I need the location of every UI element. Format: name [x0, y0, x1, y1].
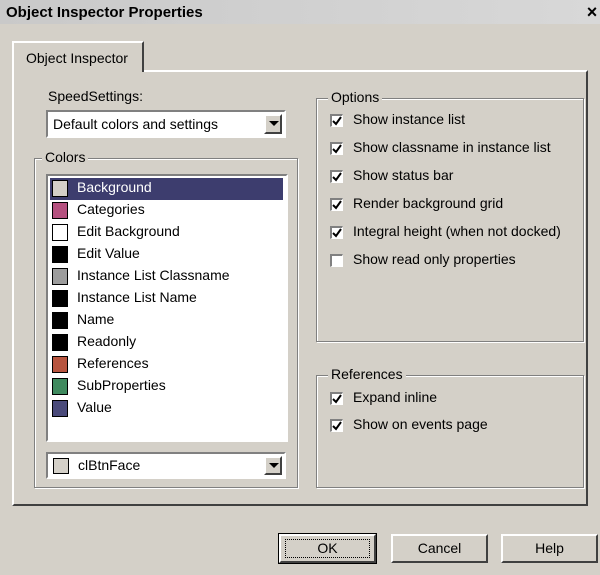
- color-list-item[interactable]: Edit Value: [50, 244, 283, 266]
- tab-object-inspector[interactable]: Object Inspector: [12, 41, 144, 72]
- options-checkbox-label[interactable]: Show status bar: [353, 167, 453, 183]
- colors-legend: Colors: [42, 149, 89, 165]
- color-item-label: SubProperties: [77, 377, 166, 393]
- color-list-item[interactable]: Categories: [50, 200, 283, 222]
- color-swatch: [52, 246, 68, 263]
- options-checkbox[interactable]: [330, 254, 343, 267]
- options-checkbox-label[interactable]: Show read only properties: [353, 251, 516, 267]
- color-swatch: [52, 268, 68, 285]
- color-list-item[interactable]: Instance List Name: [50, 288, 283, 310]
- options-checkbox[interactable]: [330, 198, 343, 211]
- color-list-item[interactable]: Readonly: [50, 332, 283, 354]
- chevron-down-icon[interactable]: [264, 114, 282, 134]
- options-checkbox-label[interactable]: Render background grid: [353, 195, 503, 211]
- help-button[interactable]: Help: [501, 534, 598, 563]
- color-item-label: Edit Background: [77, 223, 180, 239]
- color-list-item[interactable]: Edit Background: [50, 222, 283, 244]
- color-list-item[interactable]: Value: [50, 398, 283, 420]
- color-item-label: Edit Value: [77, 245, 140, 261]
- checkmark-icon: [332, 394, 342, 404]
- color-picker-combo[interactable]: clBtnFace: [46, 452, 286, 479]
- color-list-item[interactable]: Instance List Classname: [50, 266, 283, 288]
- ok-button[interactable]: OK: [278, 533, 377, 564]
- color-picker-value: clBtnFace: [78, 457, 141, 473]
- color-swatch: [53, 458, 69, 474]
- color-swatch: [52, 378, 68, 395]
- color-list-item[interactable]: Name: [50, 310, 283, 332]
- color-item-label: Value: [77, 399, 112, 415]
- color-item-label: Readonly: [77, 333, 137, 349]
- options-legend: Options: [328, 89, 383, 105]
- speed-settings-value: Default colors and settings: [53, 116, 218, 132]
- window-title: Object Inspector Properties: [6, 4, 203, 21]
- color-swatch: [52, 312, 68, 329]
- checkmark-icon: [332, 144, 342, 154]
- checkmark-icon: [332, 228, 342, 238]
- color-item-label: References: [77, 355, 149, 371]
- references-checkbox-label[interactable]: Expand inline: [353, 389, 437, 405]
- checkmark-icon: [332, 421, 342, 431]
- options-checkbox-label[interactable]: Show classname in instance list: [353, 139, 551, 155]
- references-checkbox[interactable]: [330, 392, 343, 405]
- color-swatch: [52, 400, 68, 417]
- color-item-label: Categories: [77, 201, 145, 217]
- references-legend: References: [328, 366, 406, 382]
- speed-settings-combo[interactable]: Default colors and settings: [46, 110, 286, 138]
- color-swatch: [52, 290, 68, 307]
- title-bar: Object Inspector Properties ×: [0, 0, 600, 24]
- color-swatch: [52, 334, 68, 351]
- color-item-label: Background: [77, 179, 152, 195]
- color-item-label: Instance List Name: [77, 289, 197, 305]
- checkmark-icon: [332, 200, 342, 210]
- help-label: Help: [535, 540, 564, 556]
- close-icon[interactable]: ×: [584, 2, 600, 22]
- options-checkbox[interactable]: [330, 226, 343, 239]
- color-list-item[interactable]: Background: [50, 178, 283, 200]
- color-list-item[interactable]: References: [50, 354, 283, 376]
- colors-list[interactable]: Background Categories Edit Background Edit …: [46, 174, 288, 442]
- options-checkbox-label[interactable]: Integral height (when not docked): [353, 223, 561, 239]
- color-list-item[interactable]: SubProperties: [50, 376, 283, 398]
- color-item-label: Name: [77, 311, 115, 327]
- color-swatch: [52, 180, 68, 197]
- tab-label: Object Inspector: [26, 50, 128, 66]
- checkmark-icon: [332, 172, 342, 182]
- ok-label: OK: [317, 540, 338, 556]
- color-item-label: Instance List Classname: [77, 267, 230, 283]
- color-swatch: [52, 202, 68, 219]
- options-checkbox[interactable]: [330, 142, 343, 155]
- references-checkbox-label[interactable]: Show on events page: [353, 416, 488, 432]
- options-checkbox[interactable]: [330, 114, 343, 127]
- checkmark-icon: [332, 116, 342, 126]
- cancel-button[interactable]: Cancel: [391, 534, 488, 563]
- options-group: [316, 98, 584, 342]
- options-checkbox[interactable]: [330, 170, 343, 183]
- cancel-label: Cancel: [417, 540, 462, 556]
- options-checkbox-label[interactable]: Show instance list: [353, 111, 465, 127]
- speed-settings-label: SpeedSettings:: [48, 88, 143, 104]
- references-checkbox[interactable]: [330, 419, 343, 432]
- chevron-down-icon[interactable]: [264, 456, 282, 475]
- color-swatch: [52, 356, 68, 373]
- color-swatch: [52, 224, 68, 241]
